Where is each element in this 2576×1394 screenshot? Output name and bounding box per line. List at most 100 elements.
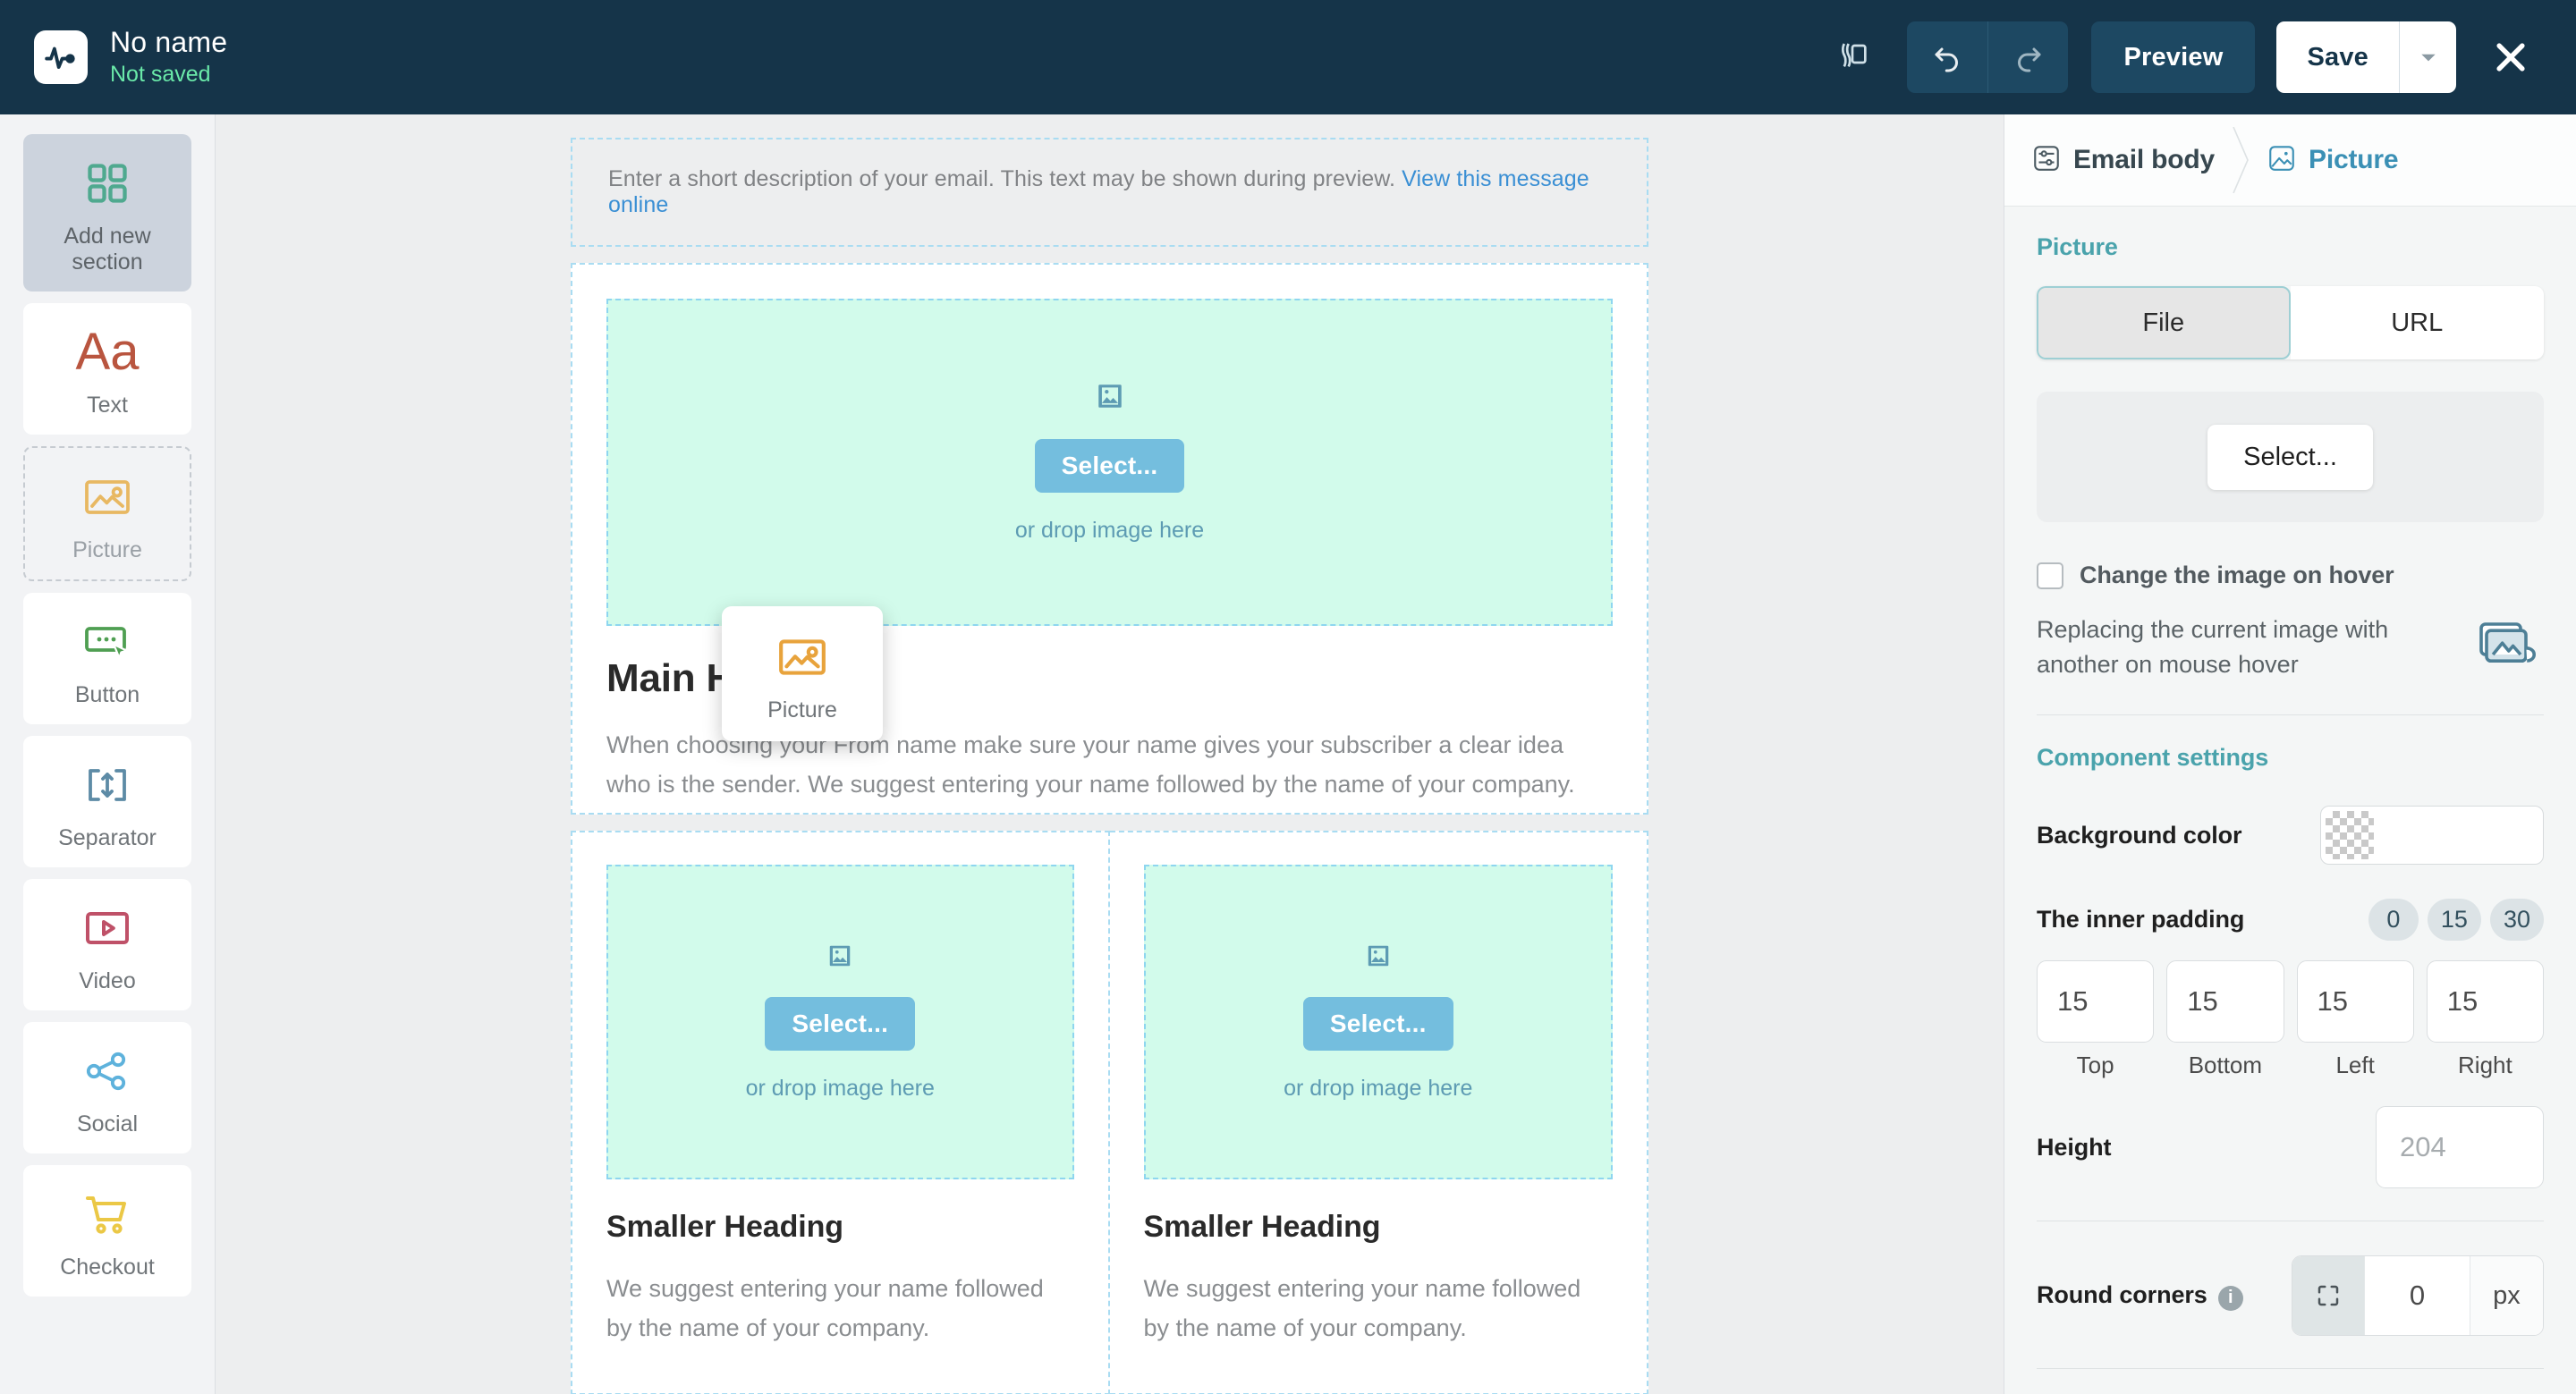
round-corners-row: Round corners i 0 px [2037,1255,2544,1336]
hero-image-dropzone[interactable]: Select... or drop image here [606,299,1613,626]
padding-left-caption: Left [2335,1052,2374,1079]
sidebar-item-picture[interactable]: Picture [23,446,191,581]
undo-button[interactable] [1907,21,1987,93]
component-settings-title-row: Component settings [2037,744,2544,772]
properties-panel: Email body Picture [2004,114,2576,1394]
round-corners-unit[interactable]: px [2470,1256,2543,1335]
properties-body: Picture File URL Select... Change the im… [2004,207,2576,1394]
undo-redo-group [1907,21,2068,93]
hero-select-button[interactable]: Select... [1035,439,1185,493]
preheader-block[interactable]: Enter a short description of your email.… [571,138,1648,247]
aa-text-icon: Aa [76,323,140,382]
image-placeholder-icon [1365,942,1392,974]
column-text-block[interactable]: Smaller Heading We suggest entering your… [606,1179,1074,1356]
height-input[interactable]: 204 [2376,1106,2544,1188]
info-icon[interactable]: i [2218,1286,2243,1311]
sidebar-item-checkout[interactable]: Checkout [23,1165,191,1297]
background-color-swatch[interactable] [2320,806,2544,865]
document-title-group: No name Not saved [110,26,227,89]
picture-frame-icon [2267,143,2297,178]
hover-description-row: Replacing the current image with another… [2037,613,2544,682]
height-label: Height [2037,1134,2111,1162]
image-placeholder-icon [1095,381,1125,416]
preset-padding-30[interactable]: 30 [2490,899,2544,941]
hero-drop-hint: or drop image here [1015,518,1204,544]
email-canvas: Enter a short description of your email.… [216,114,2004,1394]
column-image-dropzone[interactable]: Select... or drop image here [606,865,1074,1179]
panel-select-button[interactable]: Select... [2207,425,2373,490]
shopping-cart-icon [83,1185,131,1244]
hover-description-text: Replacing the current image with another… [2037,613,2458,682]
breadcrumb-parent-label: Email body [2073,145,2215,175]
transparent-checker-icon [2326,811,2374,859]
sidebar-item-button[interactable]: Button [23,593,191,724]
column-heading: Smaller Heading [606,1210,1074,1245]
email-document: Enter a short description of your email.… [571,138,1648,1394]
round-corners-label: Round corners i [2037,1281,2243,1311]
save-button-group: Save [2276,21,2456,93]
sidebar-item-video[interactable]: Video [23,879,191,1010]
sidebar-item-label: Checkout [60,1255,155,1280]
inner-padding-presets: 0 15 30 [2368,899,2544,941]
sidebar-item-social[interactable]: Social [23,1022,191,1153]
round-corners-label-text: Round corners [2037,1281,2207,1308]
top-bar: No name Not saved [0,0,2576,114]
pulse-logo-icon[interactable] [34,30,88,84]
sidebar-item-label: Button [75,682,140,708]
sidebar-item-add-new-section[interactable]: Add new section [23,134,191,291]
padding-bottom-input[interactable]: 15 [2166,960,2284,1043]
column-image-dropzone[interactable]: Select... or drop image here [1144,865,1614,1179]
tab-file[interactable]: File [2037,286,2291,359]
picture-icon [776,628,828,687]
corner-brackets-icon[interactable] [2292,1256,2364,1335]
column-right[interactable]: Select... or drop image here Smaller Hea… [1110,831,1649,1394]
hover-image-checkbox[interactable] [2037,562,2063,589]
breadcrumb-item-picture[interactable]: Picture [2267,143,2398,178]
button-cursor-icon [82,613,132,672]
background-color-label: Background color [2037,822,2241,849]
sidebar-item-separator[interactable]: Separator [23,736,191,867]
padding-left-input[interactable]: 15 [2297,960,2414,1043]
chevron-right-icon [2215,127,2267,193]
inner-padding-row: The inner padding 0 15 30 [2037,899,2544,941]
preview-button[interactable]: Preview [2091,21,2255,93]
column-body-text: We suggest entering your name followed b… [606,1270,1074,1348]
picture-source-tabs: File URL [2037,286,2544,359]
preset-padding-15[interactable]: 15 [2428,899,2481,941]
column-text-block[interactable]: Smaller Heading We suggest entering your… [1144,1179,1614,1356]
column-select-button[interactable]: Select... [1303,997,1453,1051]
file-select-area[interactable]: Select... [2037,392,2544,522]
sliders-settings-icon [2031,143,2062,178]
grid-squares-icon [84,154,131,213]
breadcrumb-item-email-body[interactable]: Email body [2031,143,2215,178]
hover-image-checkbox-row[interactable]: Change the image on hover [2037,562,2544,589]
chevron-down-icon[interactable] [2399,21,2456,93]
padding-left-cell: 15 Left [2297,960,2414,1079]
breadcrumb-current-label: Picture [2309,145,2398,175]
inner-padding-fields: 15 Top 15 Bottom 15 Left 15 Right [2037,960,2544,1079]
height-row: Height 204 [2037,1106,2544,1188]
sidebar-item-text[interactable]: Aa Text [23,303,191,435]
sidebar-item-label: Picture [72,537,142,563]
email-builder-app: No name Not saved [0,0,2576,1394]
close-x-icon[interactable] [2483,30,2538,85]
video-play-icon [82,899,132,958]
drag-ghost-picture[interactable]: Picture [722,606,883,741]
inner-padding-label: The inner padding [2037,906,2244,934]
round-corners-input[interactable]: 0 [2364,1256,2470,1335]
padding-top-input[interactable]: 15 [2037,960,2154,1043]
padding-right-input[interactable]: 15 [2427,960,2544,1043]
hover-image-checkbox-label: Change the image on hover [2080,562,2394,589]
image-placeholder-icon [826,942,853,974]
picture-section-title: Picture [2037,233,2544,261]
column-left[interactable]: Select... or drop image here Smaller Hea… [571,831,1110,1394]
redo-button[interactable] [1987,21,2068,93]
layers-panel-icon[interactable] [1821,29,1884,86]
sidebar-item-label: Text [87,393,128,418]
breadcrumb: Email body Picture [2004,114,2576,207]
padding-top-caption: Top [2077,1052,2114,1079]
preset-padding-0[interactable]: 0 [2368,899,2419,941]
tab-url[interactable]: URL [2291,286,2545,359]
column-select-button[interactable]: Select... [765,997,915,1051]
save-button[interactable]: Save [2276,21,2399,93]
